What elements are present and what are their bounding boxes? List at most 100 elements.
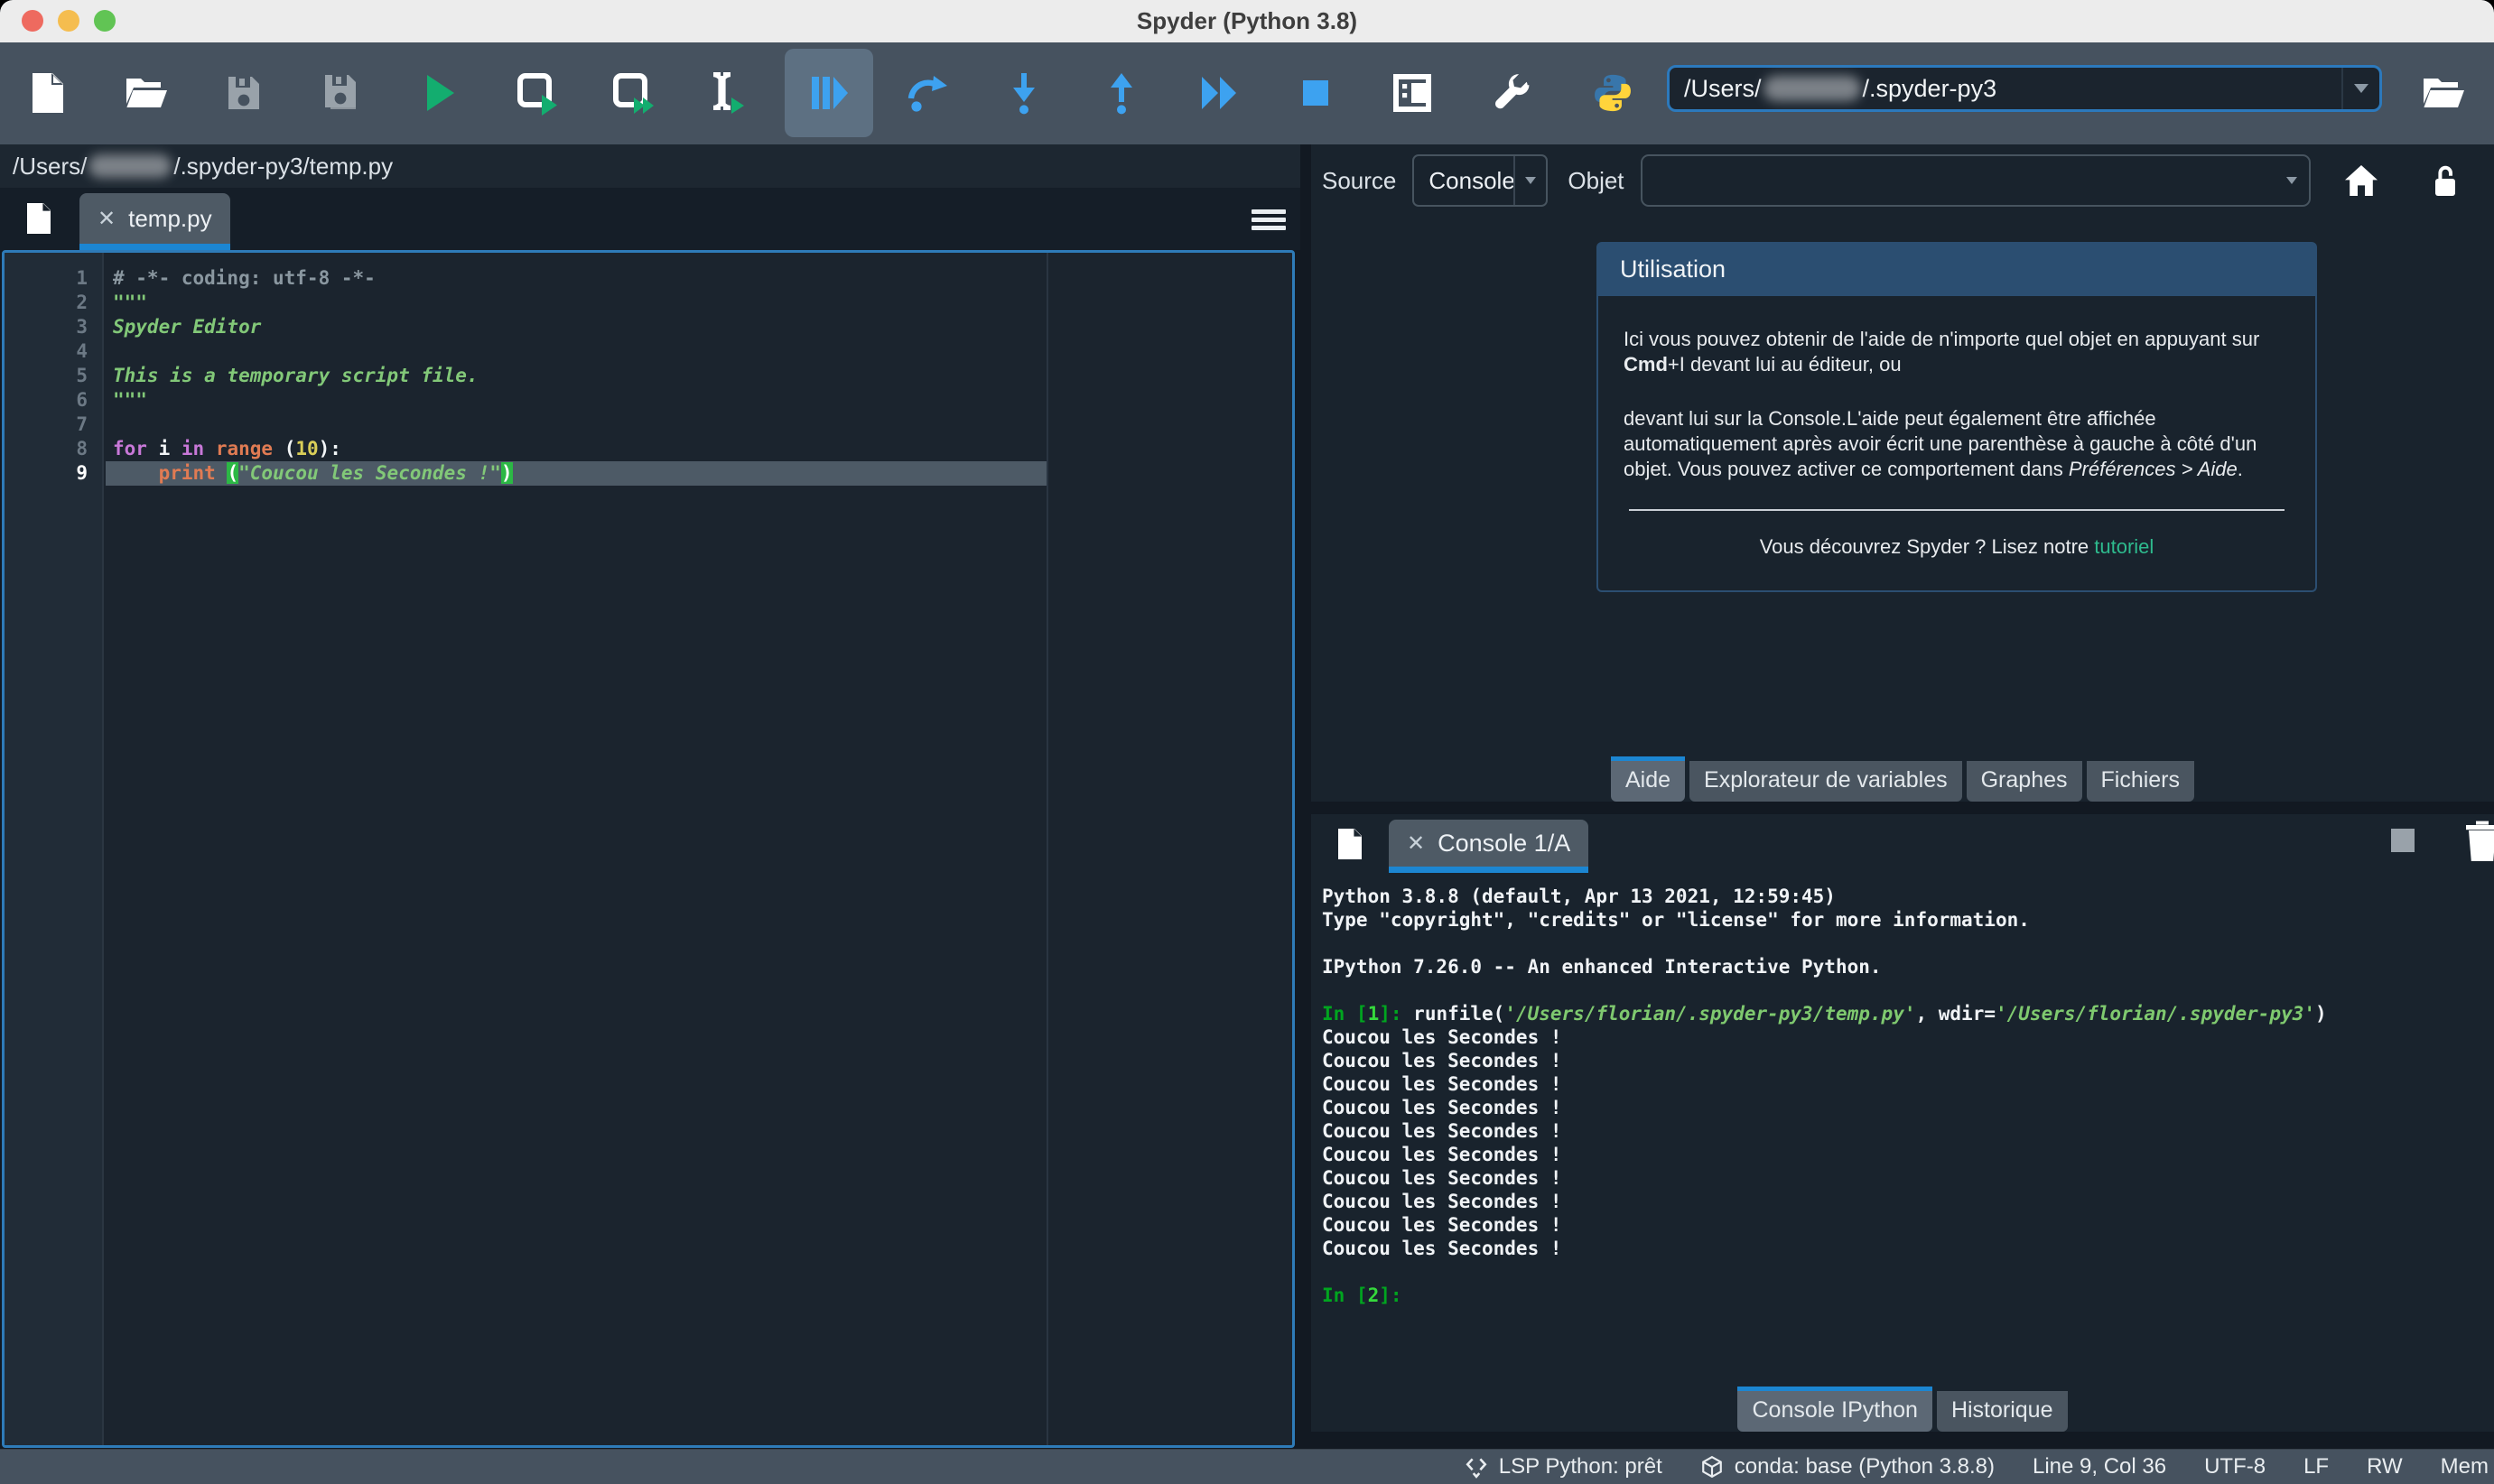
browse-tabs-button[interactable] <box>23 201 54 236</box>
cursor-position: Line 9, Col 36 <box>2033 1454 2166 1479</box>
console-tab-label: Console 1/A <box>1438 830 1570 858</box>
console-line: Coucou les Secondes ! <box>1322 1143 2490 1166</box>
help-footer: Vous découvrez Spyder ? Lisez notre tuto… <box>1624 534 2290 560</box>
breadcrumb-prefix: /Users/ <box>13 153 87 181</box>
new-file-icon <box>29 104 67 117</box>
console-line: Coucou les Secondes ! <box>1322 1049 2490 1072</box>
close-icon[interactable]: ✕ <box>98 206 116 232</box>
step-over-button[interactable] <box>906 73 949 113</box>
line-number: 8 <box>5 437 102 461</box>
open-file-button[interactable] <box>125 75 168 111</box>
line-number: 6 <box>5 388 102 413</box>
step-into-button[interactable] <box>1009 71 1039 115</box>
code-line: """ <box>106 291 1292 315</box>
main-toolbar: /Users//.spyder-py3 <box>0 42 2494 144</box>
window-title: Spyder (Python 3.8) <box>0 0 2494 42</box>
preferences-button[interactable] <box>1492 73 1531 113</box>
remove-console-button[interactable] <box>2463 820 2494 863</box>
python-logo-icon <box>1592 103 1633 116</box>
browse-tabs-button[interactable] <box>1335 827 1365 861</box>
run-button[interactable] <box>423 73 458 113</box>
tab-explorateur-de-variables[interactable]: Explorateur de variables <box>1689 761 1962 802</box>
open-folder-icon <box>2422 100 2465 114</box>
console-line: Python 3.8.8 (default, Apr 13 2021, 12:5… <box>1322 885 2490 908</box>
breadcrumb-suffix: /.spyder-py3/temp.py <box>173 153 393 181</box>
source-dropdown-arrow[interactable] <box>1513 156 1546 205</box>
maximize-pane-button[interactable] <box>1392 73 1432 113</box>
trash-icon <box>2463 852 2494 866</box>
editor-breadcrumb: /Users/ /.spyder-py3/temp.py <box>0 144 1300 188</box>
run-selection-button[interactable] <box>708 70 749 116</box>
object-label: Objet <box>1568 167 1624 195</box>
editor-options-menu-button[interactable] <box>1252 206 1286 234</box>
working-directory-combobox[interactable]: /Users//.spyder-py3 <box>1667 65 2382 112</box>
step-into-icon <box>1009 104 1039 117</box>
line-number: 9 <box>5 461 102 486</box>
editor-tab-temp-py[interactable]: ✕ temp.py <box>79 193 230 244</box>
hamburger-icon <box>1252 209 1286 230</box>
help-bottom-tabs: AideExplorateur de variablesGraphesFichi… <box>1311 756 2494 802</box>
console-bottom-tabs: Console IPythonHistorique <box>1311 1387 2494 1432</box>
interrupt-kernel-button[interactable] <box>2391 829 2415 852</box>
chevron-down-icon <box>2286 177 2297 184</box>
debug-button[interactable] <box>808 73 850 113</box>
readwrite-status: RW <box>2367 1454 2403 1479</box>
save-button[interactable] <box>225 73 263 113</box>
spyder-window: Spyder (Python 3.8) /Users//.spyder-py3 … <box>0 0 2494 1484</box>
save-all-button[interactable] <box>321 71 363 115</box>
console-line: In [2]: <box>1322 1284 2490 1307</box>
step-out-button[interactable] <box>1106 71 1137 115</box>
help-paragraph: Ici vous pouvez obtenir de l'aide de n'i… <box>1624 327 2290 377</box>
help-lock-button[interactable] <box>2432 162 2459 199</box>
debug-icon <box>808 102 850 116</box>
tab-aide[interactable]: Aide <box>1611 756 1685 802</box>
conda-status: conda: base (Python 3.8.8) <box>1700 1454 1995 1479</box>
save-all-icon <box>321 104 363 117</box>
console-line <box>1322 932 2490 955</box>
console-line: Coucou les Secondes ! <box>1322 1096 2490 1119</box>
maximize-pane-icon <box>1392 102 1432 116</box>
run-cell-advance-icon <box>610 105 656 118</box>
help-paragraph: devant lui sur la Console.L'aide peut ég… <box>1624 406 2290 482</box>
console-line <box>1322 1260 2490 1284</box>
python-interpreter-button[interactable] <box>1592 72 1633 114</box>
home-icon <box>2343 187 2379 200</box>
code-editor[interactable]: 123456789 # -*- coding: utf-8 -*-"""Spyd… <box>2 250 1295 1448</box>
help-source-dropdown[interactable]: Console <box>1412 154 1548 207</box>
tab-fichiers[interactable]: Fichiers <box>2087 761 2195 802</box>
browse-working-directory-button[interactable] <box>2422 75 2465 111</box>
eol-status: LF <box>2303 1454 2329 1479</box>
console-output[interactable]: Python 3.8.8 (default, Apr 13 2021, 12:5… <box>1322 885 2490 1307</box>
close-icon[interactable]: ✕ <box>1407 830 1425 857</box>
titlebar: Spyder (Python 3.8) <box>0 0 2494 42</box>
working-directory-prefix: /Users/ <box>1684 75 1762 103</box>
working-directory-dropdown-arrow[interactable] <box>2341 68 2379 109</box>
help-home-button[interactable] <box>2343 163 2379 198</box>
source-label: Source <box>1322 167 1396 195</box>
line-number: 1 <box>5 266 102 291</box>
code-line <box>106 339 1292 364</box>
package-icon <box>1700 1455 1724 1479</box>
run-icon <box>423 102 458 116</box>
new-file-button[interactable] <box>29 71 67 115</box>
object-dropdown-arrow[interactable] <box>2275 156 2309 205</box>
tab-historique[interactable]: Historique <box>1937 1391 2068 1432</box>
stop-icon <box>1299 98 1332 112</box>
tab-console-ipython[interactable]: Console IPython <box>1737 1387 1931 1432</box>
run-cell-advance-button[interactable] <box>610 70 656 116</box>
code-line: # -*- coding: utf-8 -*- <box>106 266 1292 291</box>
continue-execution-button[interactable] <box>1199 75 1239 111</box>
code-area[interactable]: # -*- coding: utf-8 -*-"""Spyder EditorT… <box>106 266 1292 486</box>
code-line: """ <box>106 388 1292 413</box>
tab-graphes[interactable]: Graphes <box>1967 761 2082 802</box>
code-line: print ("Coucou les Secondes !") <box>106 461 1292 486</box>
run-cell-button[interactable] <box>515 70 560 116</box>
console-tabbar: ✕ Console 1/A <box>1311 814 2494 874</box>
statusbar: LSP Python: prêtconda: base (Python 3.8.… <box>0 1449 2494 1484</box>
tutorial-link[interactable]: tutoriel <box>2094 535 2154 558</box>
step-out-icon <box>1106 104 1137 117</box>
console-tab-1a[interactable]: ✕ Console 1/A <box>1389 820 1588 867</box>
help-object-combobox[interactable] <box>1641 154 2311 207</box>
console-line: Coucou les Secondes ! <box>1322 1213 2490 1237</box>
stop-button[interactable] <box>1299 77 1332 109</box>
